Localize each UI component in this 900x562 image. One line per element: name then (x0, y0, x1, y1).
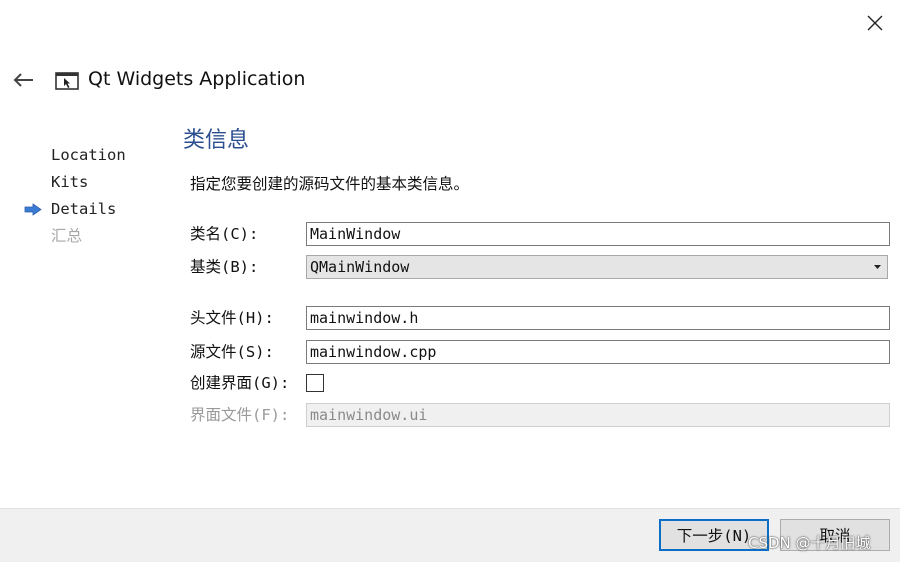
page-title: 类信息 (183, 128, 250, 153)
form-file-input (306, 403, 890, 427)
class-name-label: 类名(C): (190, 225, 259, 243)
create-form-label: 创建界面(G): (190, 374, 290, 392)
form-file-label: 界面文件(F): (190, 406, 290, 424)
step-kits: Kits (0, 169, 170, 196)
step-summary: 汇总 (0, 223, 170, 250)
close-icon (867, 15, 883, 31)
create-form-checkbox[interactable] (306, 374, 324, 392)
header-file-input[interactable] (306, 306, 890, 330)
base-class-combo[interactable]: QMainWindow (306, 255, 888, 279)
page-description: 指定您要创建的源码文件的基本类信息。 (190, 175, 470, 193)
class-name-input[interactable] (306, 222, 890, 246)
dropdown-arrow-icon (874, 265, 881, 269)
wizard-title: Qt Widgets Application (88, 68, 306, 90)
step-label: Location (51, 146, 126, 164)
wizard-steps: Location Kits Details 汇总 (0, 142, 170, 250)
step-details: Details (0, 196, 170, 223)
cancel-button[interactable]: 取消 (780, 519, 890, 551)
source-file-label: 源文件(S): (190, 343, 274, 361)
base-class-value: QMainWindow (310, 258, 410, 276)
current-step-arrow-icon (24, 203, 42, 216)
back-arrow-icon (13, 73, 33, 87)
next-button[interactable]: 下一步(N) (659, 519, 769, 551)
close-button[interactable] (860, 8, 890, 38)
step-label: Details (51, 200, 117, 218)
base-class-label: 基类(B): (190, 258, 259, 276)
step-label: 汇总 (51, 227, 83, 245)
window-cursor-icon (55, 72, 79, 90)
back-button[interactable] (8, 66, 38, 94)
header-file-label: 头文件(H): (190, 309, 274, 327)
step-label: Kits (51, 173, 89, 191)
step-location: Location (0, 142, 170, 169)
source-file-input[interactable] (306, 340, 890, 364)
